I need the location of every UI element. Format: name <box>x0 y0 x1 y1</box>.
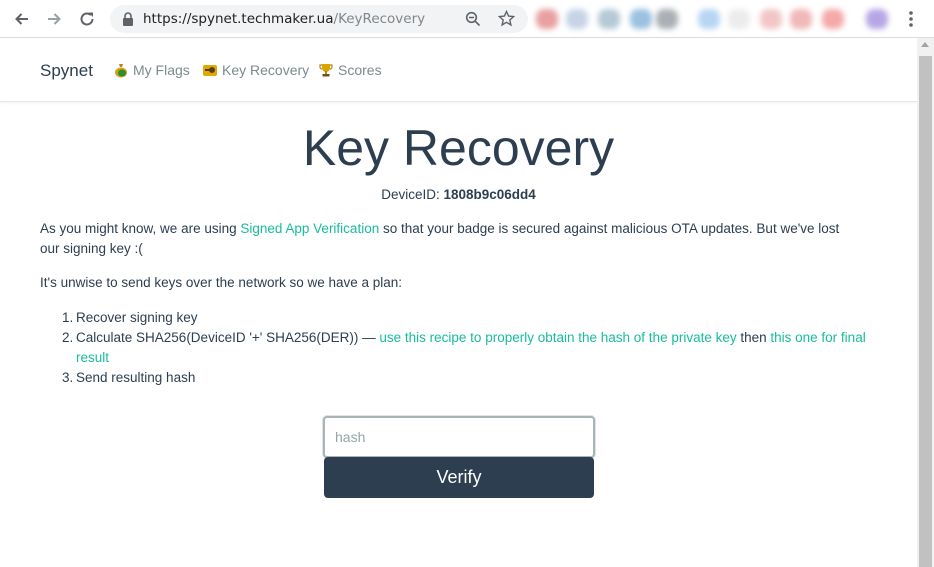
list-item: 2. Calculate SHA256(DeviceID '+' SHA256(D… <box>62 328 866 368</box>
url-text[interactable]: https://spynet.techmaker.ua/KeyRecovery <box>143 11 425 27</box>
step-text: then <box>736 330 771 345</box>
nav-my-flags-label: My Flags <box>133 62 190 78</box>
extension-icon[interactable] <box>536 9 558 29</box>
extensions-area <box>532 9 892 29</box>
menu-icon[interactable] <box>904 10 918 28</box>
extension-icon[interactable] <box>698 9 720 29</box>
step-number: 1. <box>62 310 74 325</box>
forward-icon[interactable] <box>43 8 65 30</box>
site-navbar: Spynet My Flags Key Recovery Scores <box>0 39 917 102</box>
recipe-hash-link[interactable]: use this recipe to properly obtain the h… <box>379 330 736 345</box>
page-title: Key Recovery <box>302 120 615 176</box>
brand[interactable]: Spynet <box>40 61 93 81</box>
device-id-line: DeviceID: 1808b9c06dd4 <box>0 187 917 202</box>
lock-icon <box>123 12 133 26</box>
extension-icon[interactable] <box>656 9 678 29</box>
steps-list: 1. Recover signing key 2. Calculate SHA256… <box>62 308 866 388</box>
scroll-thumb[interactable] <box>919 56 932 567</box>
list-item: 1. Recover signing key <box>62 308 866 328</box>
key-icon <box>203 65 217 76</box>
money-bag-icon <box>115 64 127 78</box>
extension-icon[interactable] <box>822 9 844 29</box>
plan-paragraph: It's unwise to send keys over the networ… <box>40 275 403 290</box>
step-text: Calculate SHA256(DeviceID '+' SHA256(DER… <box>76 330 380 345</box>
url-path: /KeyRecovery <box>333 11 426 27</box>
reload-icon[interactable] <box>76 8 98 30</box>
trophy-icon <box>319 64 333 77</box>
browser-toolbar: https://spynet.techmaker.ua/KeyRecovery <box>0 0 934 38</box>
signed-app-verification-link[interactable]: Signed App Verification <box>240 221 379 236</box>
address-bar[interactable]: https://spynet.techmaker.ua/KeyRecovery <box>110 5 528 33</box>
scroll-up-icon[interactable] <box>921 42 929 47</box>
step-number: 2. <box>62 330 74 345</box>
back-icon[interactable] <box>11 8 33 30</box>
scrollbar[interactable] <box>917 38 934 567</box>
step-text: Recover signing key <box>76 310 198 325</box>
extension-icon[interactable] <box>760 9 782 29</box>
url-host: https://spynet.techmaker.ua <box>143 11 334 27</box>
extension-icon[interactable] <box>866 9 888 29</box>
nav-scores-label: Scores <box>338 62 382 78</box>
zoom-icon[interactable] <box>465 11 481 27</box>
step-text: Send resulting hash <box>76 370 196 385</box>
extension-icon[interactable] <box>598 9 620 29</box>
hash-input[interactable] <box>323 416 595 458</box>
verify-button[interactable]: Verify <box>324 457 594 498</box>
device-id-value: 1808b9c06dd4 <box>443 187 536 202</box>
intro-text-pre: As you might know, we are using <box>40 221 241 236</box>
list-item: 3. Send resulting hash <box>62 368 866 388</box>
extension-icon[interactable] <box>630 9 652 29</box>
extension-icon[interactable] <box>728 9 750 29</box>
nav-key-recovery[interactable]: Key Recovery <box>202 62 309 78</box>
nav-my-flags[interactable]: My Flags <box>113 62 190 78</box>
nav-key-recovery-label: Key Recovery <box>222 62 310 78</box>
extension-icon[interactable] <box>566 9 588 29</box>
extension-icon[interactable] <box>790 9 812 29</box>
step-number: 3. <box>62 370 74 385</box>
page: Spynet My Flags Key Recovery Scores Key … <box>0 39 917 567</box>
star-icon[interactable] <box>498 10 515 27</box>
device-id-label: DeviceID: <box>381 187 440 202</box>
intro-paragraph: As you might know, we are using Signed A… <box>40 219 860 259</box>
nav-scores[interactable]: Scores <box>318 62 382 78</box>
